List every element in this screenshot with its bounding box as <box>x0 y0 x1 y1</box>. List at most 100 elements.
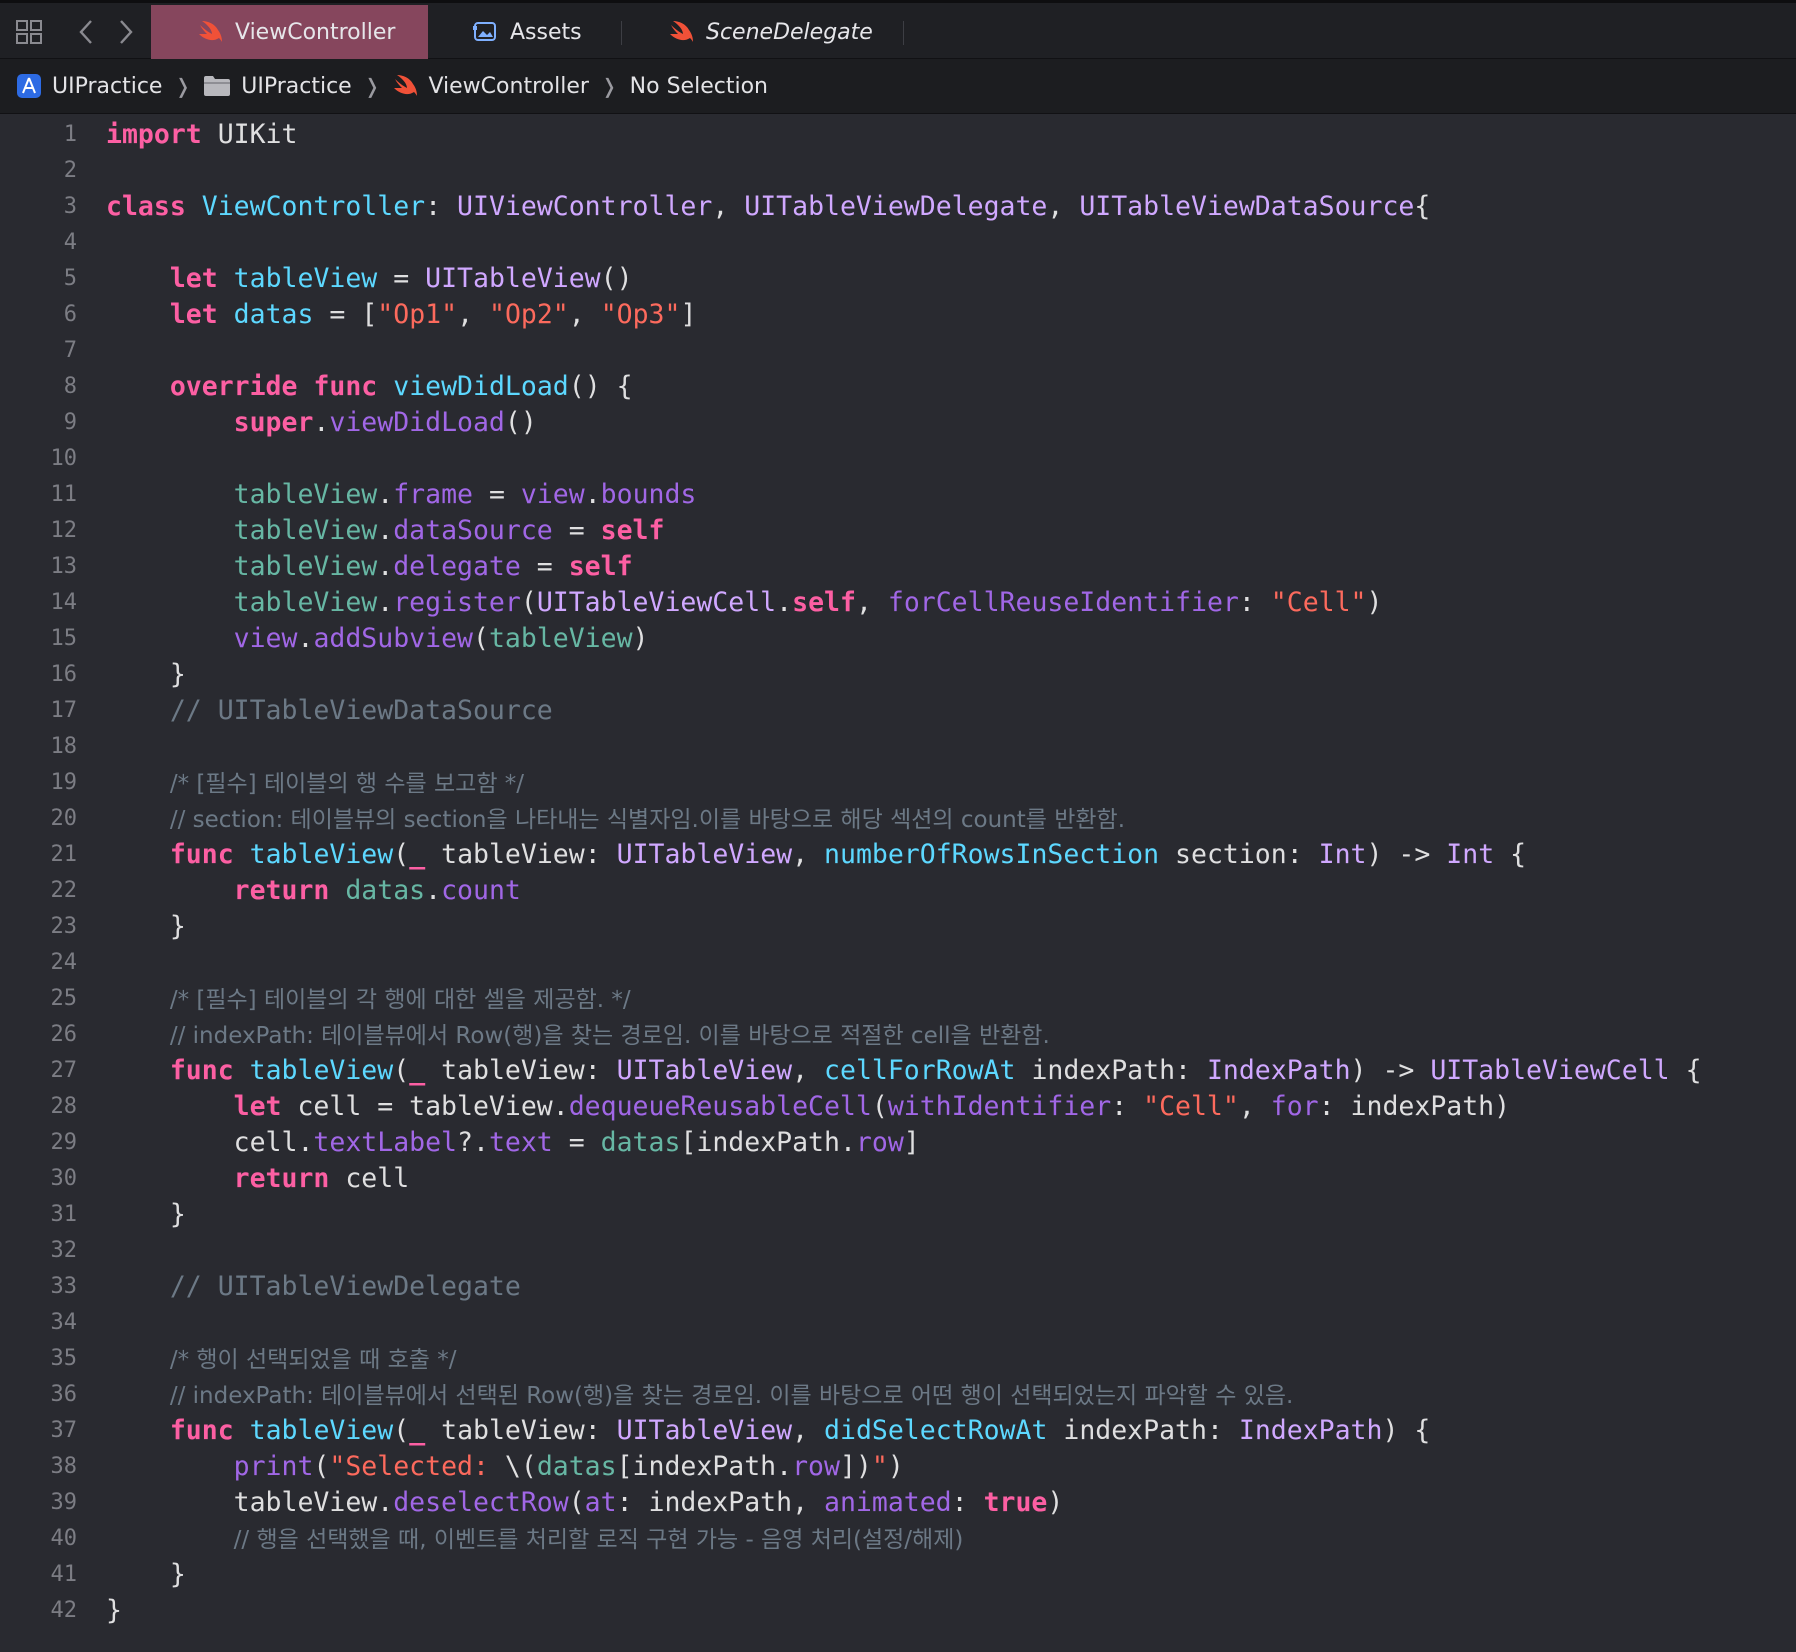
code-editor[interactable]: 1 import UIKit 2 3 class ViewController: UIV… <box>0 114 1796 1652</box>
code-line[interactable]: 22 return datas.count <box>0 873 1796 909</box>
code-token: count <box>441 875 521 906</box>
code-line[interactable]: 3 class ViewController: UIViewController,… <box>0 189 1796 225</box>
line-number: 5 <box>63 266 77 291</box>
code-line[interactable]: 23 } <box>0 909 1796 945</box>
grid-icon[interactable] <box>14 17 44 47</box>
code-line[interactable]: 25 /* [필수] 테이블의 각 행에 대한 셀을 제공함. */ <box>0 981 1796 1017</box>
line-number: 14 <box>50 590 78 615</box>
breadcrumb-item-folder[interactable]: UIPractice <box>203 74 352 99</box>
tab-viewcontroller[interactable]: ViewController <box>151 5 428 59</box>
code-line[interactable]: 32 <box>0 1233 1796 1269</box>
code-text: } <box>106 657 186 693</box>
breadcrumb-item-selection[interactable]: No Selection <box>630 74 768 99</box>
code-line[interactable]: 41 } <box>0 1557 1796 1593</box>
code-token: = <box>377 263 426 294</box>
code-line[interactable]: 12 tableView.dataSource = self <box>0 513 1796 549</box>
code-token: = <box>552 515 601 546</box>
code-line[interactable]: 16 } <box>0 657 1796 693</box>
code-token: tableView <box>233 551 378 582</box>
code-token: datas <box>600 1127 681 1158</box>
code-line[interactable]: 17 // UITableViewDataSource <box>0 693 1796 729</box>
code-line[interactable]: 18 <box>0 729 1796 765</box>
code-token: dataSource <box>393 515 553 546</box>
forward-arrow-icon[interactable] <box>110 17 140 47</box>
code-token: . <box>377 551 394 582</box>
code-token: () <box>504 407 537 438</box>
code-line[interactable]: 35 /* 행이 선택되었을 때 호출 */ <box>0 1341 1796 1377</box>
code-line[interactable]: 7 <box>0 333 1796 369</box>
code-line[interactable]: 29 cell.textLabel?.text = datas[indexPat… <box>0 1125 1796 1161</box>
code-line[interactable]: 20 // section: 테이블뷰의 section을 나타내는 식별자임.… <box>0 801 1796 837</box>
code-line[interactable]: 36 // indexPath: 테이블뷰에서 선택된 Row(행)을 찾는 경… <box>0 1377 1796 1413</box>
code-line[interactable]: 6 let datas = ["Op1", "Op2", "Op3"] <box>0 297 1796 333</box>
code-token: IndexPath <box>1206 1055 1351 1086</box>
code-token: , <box>792 1415 825 1446</box>
tab-assets[interactable]: Assets <box>472 5 622 59</box>
code-token: , <box>1047 191 1080 222</box>
code-line[interactable]: 9 super.viewDidLoad() <box>0 405 1796 441</box>
swift-icon <box>670 21 693 42</box>
code-token: ?. <box>457 1127 489 1158</box>
code-token: datas <box>233 299 314 330</box>
breadcrumb-item-file[interactable]: ViewController <box>392 74 589 99</box>
code-token: animated <box>824 1487 952 1518</box>
code-text: import UIKit <box>106 117 297 153</box>
code-token: ] <box>903 1127 920 1158</box>
code-token: override <box>169 371 298 402</box>
code-line[interactable]: 28 let cell = tableView.dequeueReusableC… <box>0 1089 1796 1125</box>
code-line[interactable]: 34 <box>0 1305 1796 1341</box>
code-token: return <box>233 1163 330 1194</box>
code-line[interactable]: 42} <box>0 1593 1796 1629</box>
code-line[interactable]: 5 let tableView = UITableView() <box>0 261 1796 297</box>
code-token: , <box>792 839 825 870</box>
code-token: } <box>106 1199 186 1230</box>
code-line[interactable]: 11 tableView.frame = view.bounds <box>0 477 1796 513</box>
code-line[interactable]: 39 tableView.deselectRow(at: indexPath, … <box>0 1485 1796 1521</box>
code-line[interactable]: 27 func tableView(_ tableView: UITableVi… <box>0 1053 1796 1089</box>
code-line[interactable]: 21 func tableView(_ tableView: UITableVi… <box>0 837 1796 873</box>
code-token: viewDidLoad <box>329 407 505 438</box>
code-token: tableView: <box>425 839 617 870</box>
code-line[interactable]: 30 return cell <box>0 1161 1796 1197</box>
breadcrumb-item-project[interactable]: UIPractice <box>16 73 162 99</box>
code-token: bounds <box>600 479 697 510</box>
code-line[interactable]: 4 <box>0 225 1796 261</box>
code-line[interactable]: 15 view.addSubview(tableView) <box>0 621 1796 657</box>
code-line[interactable]: 24 <box>0 945 1796 981</box>
code-line[interactable]: 10 <box>0 441 1796 477</box>
code-token: numberOfRowsInSection <box>824 839 1160 870</box>
code-line[interactable]: 33 // UITableViewDelegate <box>0 1269 1796 1305</box>
line-number: 30 <box>50 1166 78 1191</box>
code-line[interactable]: 26 // indexPath: 테이블뷰에서 Row(행)을 찾는 경로임. … <box>0 1017 1796 1053</box>
code-line[interactable]: 2 <box>0 153 1796 189</box>
code-text: class ViewController: UIViewController, … <box>106 189 1430 225</box>
line-number: 18 <box>50 734 78 759</box>
back-arrow-icon[interactable] <box>72 17 102 47</box>
code-line[interactable]: 8 override func viewDidLoad() { <box>0 369 1796 405</box>
code-line[interactable]: 14 tableView.register(UITableViewCell.se… <box>0 585 1796 621</box>
line-number: 12 <box>50 518 78 543</box>
code-token: = [ <box>313 299 378 330</box>
code-token: for <box>1270 1091 1319 1122</box>
line-number: 28 <box>50 1094 78 1119</box>
code-line[interactable]: 38 print("Selected: \(datas[indexPath.ro… <box>0 1449 1796 1485</box>
code-line[interactable]: 40 // 행을 선택했을 때, 이벤트를 처리할 로직 구현 가능 - 음영 … <box>0 1521 1796 1557</box>
code-line[interactable]: 37 func tableView(_ tableView: UITableVi… <box>0 1413 1796 1449</box>
code-token: UIViewController <box>457 191 713 222</box>
code-token: UITableView <box>616 1415 793 1446</box>
code-token: } <box>106 1559 186 1590</box>
tab-scenedelegate[interactable]: SceneDelegate <box>668 5 898 59</box>
line-number: 16 <box>50 662 78 687</box>
code-line[interactable]: 19 /* [필수] 테이블의 행 수를 보고함 */ <box>0 765 1796 801</box>
code-token: "Selected: <box>329 1451 505 1482</box>
code-line[interactable]: 1 import UIKit <box>0 117 1796 153</box>
code-line[interactable]: 13 tableView.delegate = self <box>0 549 1796 585</box>
line-number: 42 <box>50 1598 78 1623</box>
code-line[interactable]: 31 } <box>0 1197 1796 1233</box>
code-token: _ <box>409 839 426 870</box>
